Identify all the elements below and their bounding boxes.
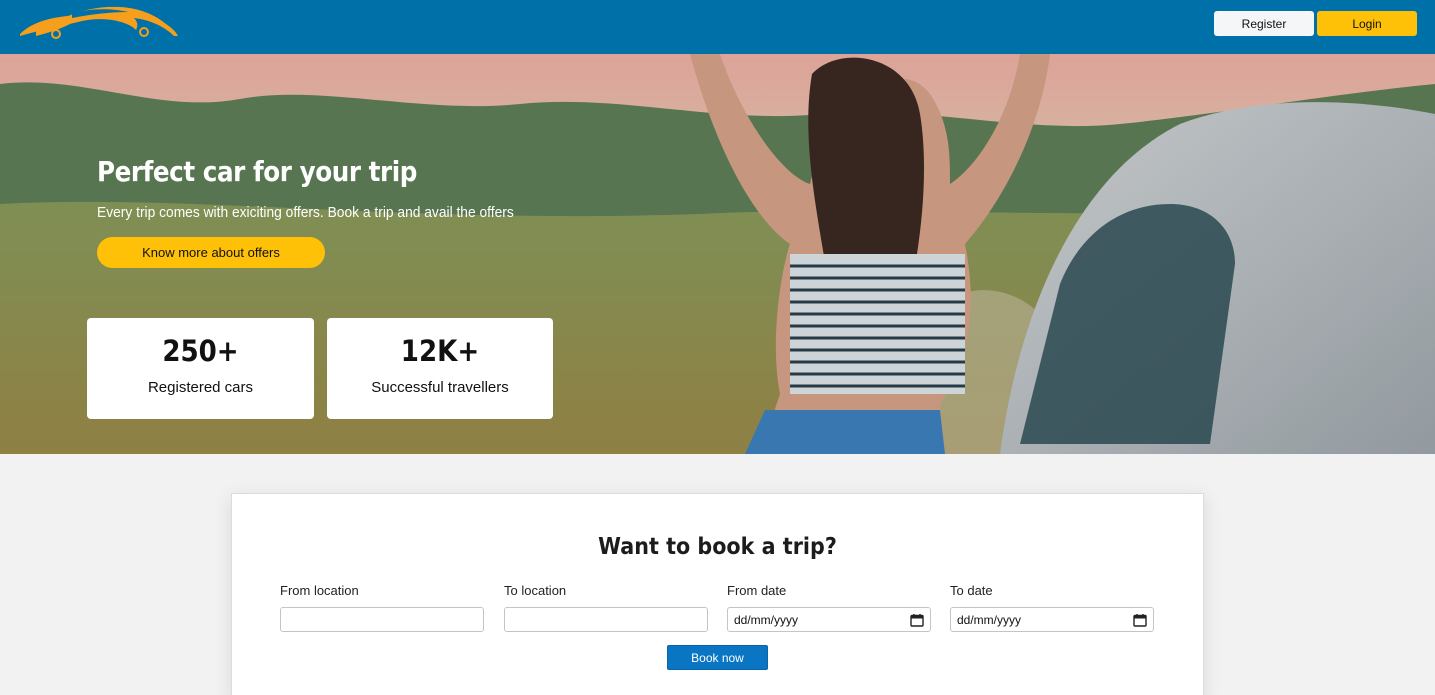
- date-placeholder: dd/mm/yyyy: [957, 612, 1022, 627]
- login-button[interactable]: Login: [1317, 11, 1417, 36]
- car-logo-icon[interactable]: [16, 2, 180, 42]
- from-date-label: From date: [727, 583, 787, 598]
- stat-value: 250+: [162, 334, 239, 368]
- hero-banner: Perfect car for your trip Every trip com…: [0, 54, 1435, 454]
- from-location-input[interactable]: [280, 607, 484, 632]
- booking-title: Want to book a trip?: [598, 534, 837, 560]
- stat-label: Registered cars: [147, 379, 254, 396]
- from-location-label: From location: [280, 583, 359, 598]
- book-now-button[interactable]: Book now: [667, 645, 768, 670]
- to-date-input[interactable]: dd/mm/yyyy: [950, 607, 1154, 632]
- hero-subtitle: Every trip comes with exiciting offers. …: [97, 204, 514, 221]
- to-location-label: To location: [504, 583, 567, 598]
- stat-card-travellers: 12K+ Successful travellers: [327, 318, 553, 419]
- to-date-label: To date: [950, 583, 993, 598]
- booking-card: Want to book a trip? From location To lo…: [231, 493, 1204, 695]
- top-navbar: Register Login: [0, 0, 1435, 54]
- calendar-icon[interactable]: [910, 613, 924, 627]
- date-placeholder: dd/mm/yyyy: [734, 612, 799, 627]
- stat-label: Successful travellers: [371, 379, 509, 396]
- to-location-input[interactable]: [504, 607, 708, 632]
- from-date-input[interactable]: dd/mm/yyyy: [727, 607, 931, 632]
- stat-card-cars: 250+ Registered cars: [87, 318, 314, 419]
- hero-title: Perfect car for your trip: [97, 155, 417, 188]
- offers-button[interactable]: Know more about offers: [97, 237, 325, 268]
- register-button[interactable]: Register: [1214, 11, 1314, 36]
- calendar-icon[interactable]: [1133, 613, 1147, 627]
- stat-value: 12K+: [400, 334, 480, 368]
